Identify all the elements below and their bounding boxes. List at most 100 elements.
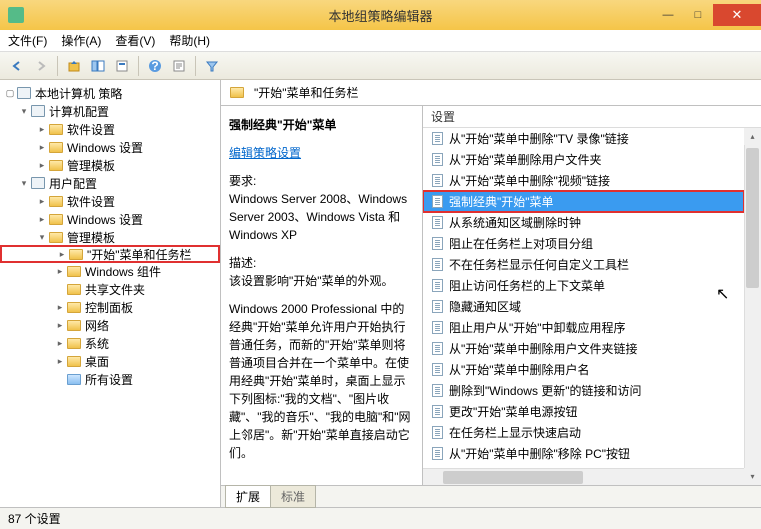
tree-u-win[interactable]: Windows 设置 [67, 211, 143, 228]
list-item[interactable]: 从系统通知区域删除时钟 [423, 212, 744, 233]
tree-pane[interactable]: ▢ 本地计算机 策略 ▾ 计算机配置 ▸ 软件设置 ▸ Windows 设置 ▸ 管理模板… [0, 80, 221, 507]
policy-icon [429, 258, 445, 272]
list-item[interactable]: 删除到"Windows 更新"的链接和访问 [423, 380, 744, 401]
policy-icon [429, 426, 445, 440]
content-title: "开始"菜单和任务栏 [254, 84, 359, 101]
tree-win-comp[interactable]: Windows 组件 [85, 263, 161, 280]
show-hide-tree-button[interactable] [87, 55, 109, 77]
list-item[interactable]: 从"开始"菜单删除用户文件夹 [423, 149, 744, 170]
tab-extended[interactable]: 扩展 [225, 485, 271, 508]
user-icon [30, 176, 46, 190]
list-item[interactable]: 强制经典"开始"菜单 [423, 191, 744, 212]
menu-view[interactable]: 查看(V) [115, 32, 155, 49]
list-item[interactable]: 阻止用户从"开始"中卸载应用程序 [423, 317, 744, 338]
status-count: 87 个设置 [8, 510, 61, 527]
expand-icon[interactable]: ▸ [54, 356, 66, 367]
expand-icon[interactable]: ▸ [36, 142, 48, 153]
folder-icon [229, 86, 245, 100]
tree-c-admin[interactable]: 管理模板 [67, 157, 115, 174]
tree-u-admin[interactable]: 管理模板 [67, 229, 115, 246]
maximize-button[interactable]: □ [683, 4, 713, 26]
folder-icon [48, 212, 64, 226]
list-item-label: 从"开始"菜单中删除用户文件夹链接 [449, 340, 638, 357]
horizontal-scrollbar[interactable] [423, 468, 744, 485]
tabs-bar: 扩展 标准 [221, 485, 761, 507]
tree-root[interactable]: 本地计算机 策略 [35, 85, 122, 102]
tree-c-soft[interactable]: 软件设置 [67, 121, 115, 138]
folder-icon [48, 140, 64, 154]
list-item[interactable]: 从"开始"菜单中删除"视频"链接 [423, 170, 744, 191]
tree-user-config[interactable]: 用户配置 [49, 175, 97, 192]
expand-icon[interactable]: ▸ [36, 124, 48, 135]
collapse-icon[interactable]: ▾ [18, 106, 30, 117]
expand-icon[interactable]: ▸ [54, 338, 66, 349]
list-item[interactable]: 更改"开始"菜单电源按钮 [423, 401, 744, 422]
menu-file[interactable]: 文件(F) [8, 32, 47, 49]
menu-help[interactable]: 帮助(H) [169, 32, 210, 49]
list-item[interactable]: 在任务栏上显示快速启动 [423, 422, 744, 443]
expand-icon[interactable]: ▸ [56, 249, 68, 260]
tree-c-win[interactable]: Windows 设置 [67, 139, 143, 156]
list-item-label: 阻止在任务栏上对项目分组 [449, 235, 593, 252]
collapse-icon[interactable]: ▾ [36, 232, 48, 243]
folder-icon [66, 300, 82, 314]
list-item-label: 更改"开始"菜单电源按钮 [449, 403, 578, 420]
vertical-scrollbar[interactable]: ▴ ▾ [744, 128, 761, 485]
forward-button[interactable] [30, 55, 52, 77]
tree-cp[interactable]: 控制面板 [85, 299, 133, 316]
folder-icon [48, 158, 64, 172]
edit-policy-link[interactable]: 编辑策略设置 [229, 146, 301, 160]
scroll-thumb[interactable] [746, 148, 759, 288]
list-item[interactable]: 从"开始"菜单中删除"移除 PC"按钮 [423, 443, 744, 464]
list-header[interactable]: 设置 [423, 106, 761, 128]
expand-icon[interactable]: ▢ [4, 88, 16, 99]
expand-icon[interactable]: ▸ [54, 320, 66, 331]
computer-icon [30, 104, 46, 118]
properties-button[interactable] [111, 55, 133, 77]
help-button[interactable]: ? [144, 55, 166, 77]
expand-icon[interactable]: ▸ [36, 214, 48, 225]
close-button[interactable]: ✕ [713, 4, 761, 26]
tree-desk[interactable]: 桌面 [85, 353, 109, 370]
list-item[interactable]: 不在任务栏显示任何自定义工具栏 [423, 254, 744, 275]
tree-u-soft[interactable]: 软件设置 [67, 193, 115, 210]
policy-icon [429, 363, 445, 377]
up-button[interactable] [63, 55, 85, 77]
export-button[interactable] [168, 55, 190, 77]
list-item[interactable]: 阻止访问任务栏的上下文菜单 [423, 275, 744, 296]
folder-icon [68, 247, 84, 261]
back-button[interactable] [6, 55, 28, 77]
list-item[interactable]: 从"开始"菜单中删除用户名 [423, 359, 744, 380]
tree-net[interactable]: 网络 [85, 317, 109, 334]
tree-computer-config[interactable]: 计算机配置 [49, 103, 109, 120]
column-header[interactable]: 设置 [431, 108, 455, 125]
collapse-icon[interactable]: ▾ [18, 178, 30, 189]
list-item[interactable]: 隐藏通知区域 [423, 296, 744, 317]
expand-icon[interactable]: ▸ [54, 302, 66, 313]
expand-icon[interactable]: ▸ [36, 160, 48, 171]
folder-icon [48, 194, 64, 208]
tree-start-menu[interactable]: "开始"菜单和任务栏 [87, 246, 192, 263]
folder-icon [66, 264, 82, 278]
scroll-up-icon[interactable]: ▴ [744, 128, 761, 145]
list-item[interactable]: 阻止在任务栏上对项目分组 [423, 233, 744, 254]
minimize-button[interactable]: — [653, 4, 683, 26]
list-item[interactable]: 从"开始"菜单中删除"TV 录像"链接 [423, 128, 744, 149]
tree-shared[interactable]: 共享文件夹 [85, 281, 145, 298]
menu-action[interactable]: 操作(A) [61, 32, 101, 49]
toolbar: ? [0, 52, 761, 80]
expand-icon[interactable]: ▸ [36, 196, 48, 207]
list-item-label: 从"开始"菜单删除用户文件夹 [449, 151, 602, 168]
expand-icon[interactable]: ▸ [54, 266, 66, 277]
folder-icon [66, 282, 82, 296]
hscroll-thumb[interactable] [443, 471, 583, 484]
tree-all[interactable]: 所有设置 [85, 371, 133, 388]
list-item[interactable]: 从"开始"菜单中删除用户文件夹链接 [423, 338, 744, 359]
filter-button[interactable] [201, 55, 223, 77]
list-item-label: 在任务栏上显示快速启动 [449, 424, 581, 441]
tab-standard[interactable]: 标准 [270, 485, 316, 508]
tree-sys[interactable]: 系统 [85, 335, 109, 352]
policy-icon [429, 216, 445, 230]
description-text: 该设置影响"开始"菜单的外观。 [229, 272, 414, 290]
scroll-down-icon[interactable]: ▾ [744, 468, 761, 485]
